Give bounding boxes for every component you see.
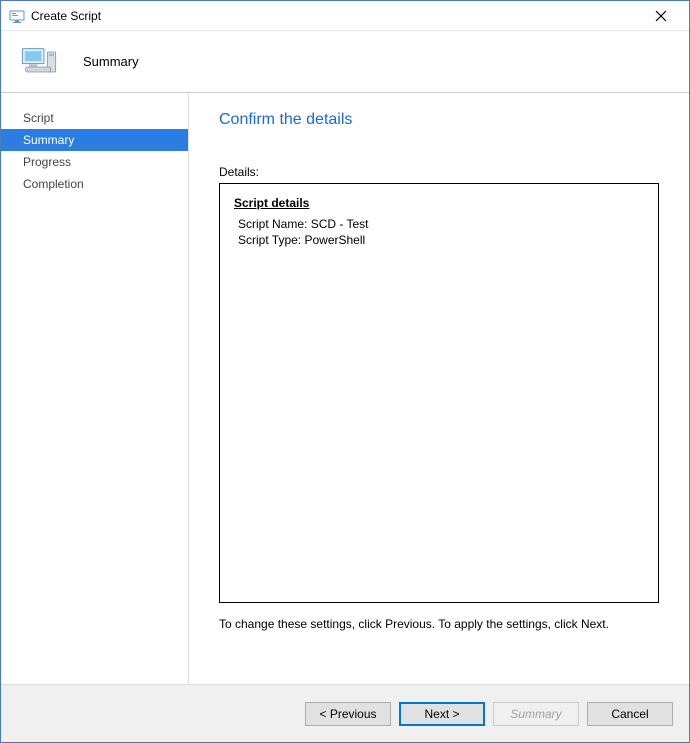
computer-icon (19, 42, 59, 82)
script-type-value: PowerShell (304, 233, 365, 247)
footer: < Previous Next > Summary Cancel (1, 684, 689, 742)
sidebar-item-label: Progress (23, 155, 71, 169)
app-icon (9, 8, 25, 24)
hint-text: To change these settings, click Previous… (219, 617, 659, 631)
cancel-button[interactable]: Cancel (587, 702, 673, 726)
sidebar: Script Summary Progress Completion (1, 93, 189, 684)
sidebar-item-label: Summary (23, 133, 74, 147)
sidebar-item-summary[interactable]: Summary (1, 129, 188, 151)
page-heading: Confirm the details (219, 111, 659, 129)
section-head: Script details (234, 196, 644, 210)
titlebar: Create Script (1, 1, 689, 31)
sidebar-item-progress[interactable]: Progress (1, 151, 188, 173)
sidebar-item-script[interactable]: Script (1, 107, 188, 129)
script-name-label: Script Name: (238, 217, 307, 231)
banner: Summary (1, 31, 689, 93)
sidebar-item-label: Script (23, 111, 54, 125)
banner-title: Summary (83, 54, 139, 69)
next-button[interactable]: Next > (399, 702, 485, 726)
script-type-label: Script Type: (238, 233, 301, 247)
previous-button[interactable]: < Previous (305, 702, 391, 726)
summary-button: Summary (493, 702, 579, 726)
window-title: Create Script (31, 9, 101, 23)
sidebar-item-completion[interactable]: Completion (1, 173, 188, 195)
close-button[interactable] (641, 1, 681, 31)
script-name-value: SCD - Test (311, 217, 369, 231)
sidebar-item-label: Completion (23, 177, 84, 191)
script-name-line: Script Name: SCD - Test (234, 216, 644, 232)
script-type-line: Script Type: PowerShell (234, 232, 644, 248)
details-box: Script details Script Name: SCD - Test S… (219, 183, 659, 603)
details-label: Details: (219, 165, 659, 179)
main-panel: Confirm the details Details: Script deta… (189, 93, 689, 684)
